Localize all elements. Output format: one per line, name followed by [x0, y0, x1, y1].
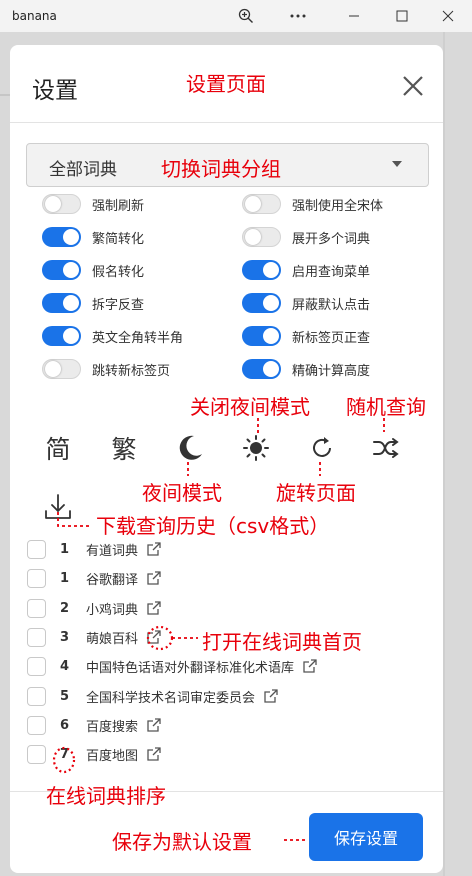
highlight-external-link-icon [146, 625, 174, 651]
annotation-connectors [52, 418, 385, 841]
connector-download [57, 512, 92, 527]
highlight-order-number [52, 746, 76, 774]
